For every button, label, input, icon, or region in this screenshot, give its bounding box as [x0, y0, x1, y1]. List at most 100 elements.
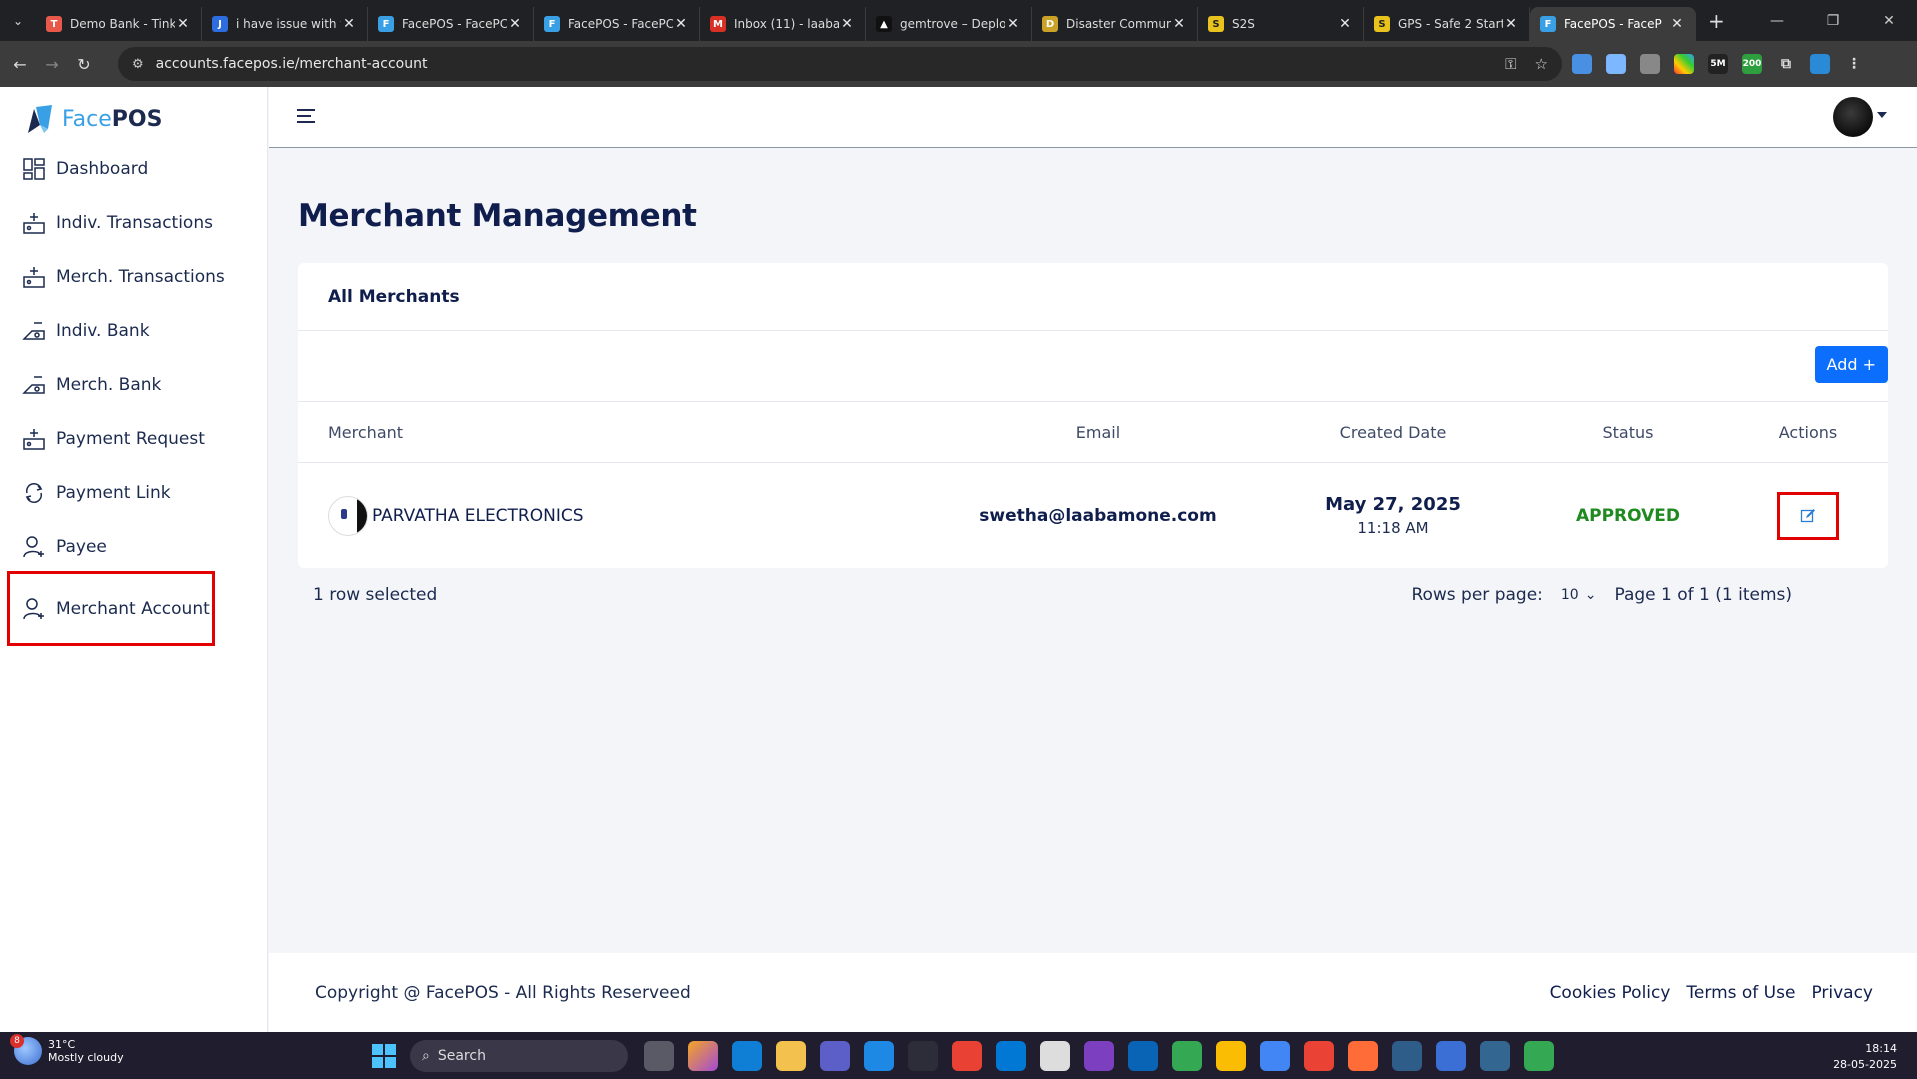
- browser-menu-icon[interactable]: ⋮: [1844, 54, 1864, 74]
- transactions-icon: [21, 264, 47, 290]
- tab-favicon-icon: F: [1540, 16, 1556, 32]
- privacy-link[interactable]: Privacy: [1811, 983, 1873, 1003]
- postman-icon[interactable]: [1348, 1041, 1378, 1071]
- caret-down-icon[interactable]: [1877, 112, 1887, 118]
- extensions-puzzle-icon[interactable]: ⧉: [1776, 54, 1796, 74]
- site-info-icon[interactable]: ⚙: [132, 57, 144, 72]
- column-header-actions: Actions: [1778, 422, 1838, 442]
- tab-close-icon[interactable]: ✕: [175, 16, 191, 32]
- tab-close-icon[interactable]: ✕: [1171, 16, 1187, 32]
- edge-icon[interactable]: [732, 1041, 762, 1071]
- taskbar-apps: [644, 1041, 1554, 1071]
- tab-close-icon[interactable]: ✕: [1669, 16, 1685, 32]
- vscode-icon[interactable]: [864, 1041, 894, 1071]
- new-tab-icon[interactable]: +: [1708, 9, 1725, 33]
- browser-tab[interactable]: D Disaster Commun ✕: [1032, 7, 1198, 41]
- bank-icon: [21, 318, 47, 344]
- browser-tab[interactable]: Ji have issue with t ✕: [202, 7, 368, 41]
- browser-tab[interactable]: S S2S ✕: [1198, 7, 1364, 41]
- tab-close-icon[interactable]: ✕: [1005, 16, 1021, 32]
- extension-icon[interactable]: [1572, 54, 1592, 74]
- extension-icon[interactable]: [1674, 54, 1694, 74]
- ssms-icon[interactable]: [1392, 1041, 1422, 1071]
- brand-logo[interactable]: Face POS: [26, 103, 162, 135]
- column-header-created-date[interactable]: Created Date: [1258, 423, 1528, 442]
- chrome-icon[interactable]: [1524, 1041, 1554, 1071]
- tab-favicon-icon: D: [1042, 16, 1058, 32]
- chrome-icon[interactable]: [1216, 1041, 1246, 1071]
- browser-tab[interactable]: T Demo Bank - Tink ✕: [36, 7, 202, 41]
- weather-widget[interactable]: 8 31°C Mostly cloudy: [10, 1034, 124, 1065]
- sidebar-item-merchant-account[interactable]: Merchant Account: [7, 571, 215, 646]
- tab-title: gemtrove – Deplo: [900, 17, 1005, 31]
- restore-icon[interactable]: ❐: [1805, 13, 1861, 29]
- tab-close-icon[interactable]: ✕: [839, 16, 855, 32]
- notepad-icon[interactable]: [1040, 1041, 1070, 1071]
- browser-tab[interactable]: ▲ gemtrove – Deplo ✕: [866, 7, 1032, 41]
- taskbar-search[interactable]: ⌕ Search: [410, 1040, 628, 1072]
- column-header-email[interactable]: Email: [938, 423, 1258, 442]
- password-key-icon[interactable]: ⚿: [1505, 55, 1516, 73]
- profile-extension-icon[interactable]: [1810, 54, 1830, 74]
- pgadmin-icon[interactable]: [1480, 1041, 1510, 1071]
- sidebar-item-merch-transactions[interactable]: Merch. Transactions: [0, 250, 268, 304]
- tab-close-icon[interactable]: ✕: [1337, 16, 1353, 32]
- browser-tab[interactable]: S GPS - Safe 2 Start ✕: [1364, 7, 1530, 41]
- windows-start-icon[interactable]: [372, 1044, 396, 1068]
- chrome-icon[interactable]: [1172, 1041, 1202, 1071]
- chrome-icon[interactable]: [1260, 1041, 1290, 1071]
- browser-tab[interactable]: F FacePOS - FacePC ✕: [534, 7, 700, 41]
- sidebar-item-dashboard[interactable]: Dashboard: [0, 142, 268, 196]
- tab-close-icon[interactable]: ✕: [341, 16, 357, 32]
- cookies-policy-link[interactable]: Cookies Policy: [1550, 983, 1671, 1003]
- sidebar-item-payment-request[interactable]: Payment Request: [0, 412, 268, 466]
- column-header-status[interactable]: Status: [1528, 423, 1728, 442]
- app-icon[interactable]: [908, 1041, 938, 1071]
- rows-per-page-select[interactable]: 10 ⌄: [1561, 587, 1597, 603]
- forward-icon[interactable]: →: [36, 55, 68, 74]
- sidebar-item-payment-link[interactable]: Payment Link: [0, 466, 268, 520]
- table-row[interactable]: PARVATHA ELECTRONICS swetha@laabamone.co…: [298, 463, 1888, 568]
- hamburger-menu-icon[interactable]: [297, 109, 315, 123]
- tab-close-icon[interactable]: ✕: [673, 16, 689, 32]
- extension-icon[interactable]: [1606, 54, 1626, 74]
- sidebar-item-indiv-bank[interactable]: Indiv. Bank: [0, 304, 268, 358]
- system-clock[interactable]: 18:14 28-05-2025: [1833, 1041, 1897, 1073]
- created-date: May 27, 2025: [1325, 494, 1461, 515]
- terms-of-use-link[interactable]: Terms of Use: [1686, 983, 1795, 1003]
- sidebar-item-payee[interactable]: Payee: [0, 520, 268, 574]
- browser-tab-active[interactable]: F FacePOS - FaceP ✕: [1530, 7, 1696, 41]
- file-explorer-icon[interactable]: [776, 1041, 806, 1071]
- sidebar-item-merch-bank[interactable]: Merch. Bank: [0, 358, 268, 412]
- sidebar-item-indiv-transactions[interactable]: Indiv. Transactions: [0, 196, 268, 250]
- close-window-icon[interactable]: ✕: [1861, 13, 1917, 29]
- outlook-icon[interactable]: [1128, 1041, 1158, 1071]
- tab-search-chevron-icon[interactable]: ⌄: [0, 0, 36, 41]
- browser-tab[interactable]: F FacePOS - FacePC ✕: [368, 7, 534, 41]
- extension-icon[interactable]: 200: [1742, 54, 1762, 74]
- add-merchant-button[interactable]: Add +: [1814, 346, 1888, 383]
- back-icon[interactable]: ←: [4, 55, 36, 74]
- sidebar-nav: Dashboard Indiv. Transactions Merch. Tra…: [0, 142, 268, 646]
- camera-extension-icon[interactable]: [1640, 54, 1660, 74]
- app-icon[interactable]: [1436, 1041, 1466, 1071]
- bookmark-star-icon[interactable]: ☆: [1535, 55, 1548, 73]
- visual-studio-icon[interactable]: [1084, 1041, 1114, 1071]
- address-bar[interactable]: ⚙ accounts.facepos.ie/merchant-account ⚿…: [118, 47, 1562, 81]
- column-header-merchant[interactable]: Merchant: [298, 423, 938, 442]
- outlook-icon[interactable]: [996, 1041, 1026, 1071]
- tab-close-icon[interactable]: ✕: [1503, 16, 1519, 32]
- extension-icon[interactable]: 5M: [1708, 54, 1728, 74]
- tab-title: Inbox (11) - laaba: [734, 17, 839, 31]
- tab-close-icon[interactable]: ✕: [507, 16, 523, 32]
- teams-icon[interactable]: [820, 1041, 850, 1071]
- chrome-icon[interactable]: [952, 1041, 982, 1071]
- avatar[interactable]: [1833, 97, 1873, 137]
- browser-tab[interactable]: M Inbox (11) - laaba ✕: [700, 7, 866, 41]
- minimize-icon[interactable]: —: [1749, 13, 1805, 29]
- reload-icon[interactable]: ↻: [68, 55, 100, 74]
- copilot-icon[interactable]: [688, 1041, 718, 1071]
- chrome-icon[interactable]: [1304, 1041, 1334, 1071]
- edit-button[interactable]: [1777, 491, 1839, 540]
- task-view-icon[interactable]: [644, 1041, 674, 1071]
